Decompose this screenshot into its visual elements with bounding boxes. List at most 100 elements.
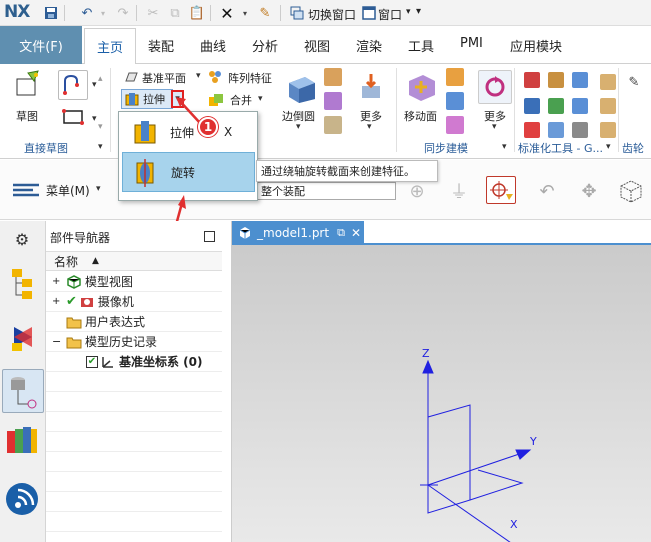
tab-curve[interactable]: 曲线 [200, 36, 226, 55]
std-tool-11-icon[interactable] [600, 98, 616, 114]
menu-item-revolve[interactable]: 旋转 [122, 152, 255, 192]
tree-item-model-views[interactable]: + 模型视图 [46, 272, 222, 292]
std-tool-12-icon[interactable] [600, 122, 616, 138]
delete-icon[interactable]: ✕ [218, 4, 236, 23]
tab-view[interactable]: 视图 [304, 36, 330, 55]
delete-face-icon[interactable] [446, 116, 464, 134]
unite-dropdown-icon[interactable]: ▾ [258, 94, 263, 104]
tab-tools[interactable]: 工具 [408, 36, 434, 55]
more-sync-dropdown-icon[interactable]: ▾ [492, 122, 497, 132]
sketch-icon[interactable] [12, 68, 46, 100]
paste-icon[interactable]: 📋 [188, 4, 206, 22]
document-tab[interactable]: _model1.prt ⧉ ✕ [232, 221, 364, 245]
pattern-feature-label[interactable]: 阵列特征 [228, 70, 272, 86]
redo-icon[interactable]: ↷ [114, 4, 132, 22]
tab-pmi[interactable]: PMI [460, 36, 483, 51]
std-tool-3-icon[interactable] [572, 72, 588, 88]
visibility-checkbox[interactable]: ✔ [86, 355, 98, 368]
more-features-dropdown-icon[interactable]: ▾ [367, 122, 372, 132]
rectangle-dropdown-icon[interactable]: ▾ [92, 114, 97, 124]
profile-dropdown-icon[interactable]: ▾ [92, 80, 97, 90]
tree-item-camera[interactable]: + ✔ 摄像机 [46, 292, 222, 312]
tab-analysis[interactable]: 分析 [252, 36, 278, 55]
move-face-label[interactable]: 移动面 [404, 108, 437, 124]
switch-window-label[interactable]: 切换窗口 [308, 6, 356, 23]
rectangle-icon[interactable] [58, 104, 88, 130]
group-sync-dropdown-icon[interactable]: ▾ [502, 142, 507, 152]
tab-detach-icon[interactable]: ⧉ [337, 226, 345, 240]
more-sync-icon[interactable] [478, 70, 512, 104]
filter-icon[interactable]: ⏚ [446, 178, 472, 204]
tab-assembly[interactable]: 装配 [148, 36, 174, 55]
rotate-icon[interactable]: ↶ [534, 178, 560, 204]
cut-icon[interactable]: ✂ [144, 4, 162, 22]
select-point-icon[interactable] [486, 176, 516, 204]
tab-applications[interactable]: 应用模块 [510, 36, 562, 55]
collapse-icon[interactable]: − [52, 335, 66, 348]
tab-home[interactable]: 主页 [84, 28, 137, 64]
sketch-label[interactable]: 草图 [16, 108, 38, 124]
menu-button-label[interactable]: 菜单(M) [46, 182, 90, 199]
assembly-navigator-icon[interactable] [6, 261, 40, 305]
reuse-library-icon[interactable] [4, 423, 40, 457]
std-tool-4-icon[interactable] [524, 98, 540, 114]
menu-dropdown-icon[interactable]: ▾ [96, 184, 101, 194]
group-direct-sketch-dropdown-icon[interactable]: ▾ [98, 142, 103, 152]
expand-icon[interactable]: + [52, 296, 66, 307]
tree-item-datum-csys[interactable]: ✔ 基准坐标系 (0) [46, 352, 222, 372]
more-features-icon[interactable] [354, 70, 388, 104]
edge-blend-dropdown-icon[interactable]: ▾ [296, 122, 301, 132]
std-tool-5-icon[interactable] [548, 98, 564, 114]
window-dropdown-icon[interactable]: ▾ [406, 7, 411, 17]
scroll-up-icon[interactable]: ▴ [98, 74, 103, 84]
copy-icon[interactable]: ⧉ [166, 4, 184, 22]
window-menu-label[interactable]: 窗口 [378, 6, 402, 23]
switch-window-icon[interactable] [288, 4, 306, 22]
gear-tool-icon[interactable]: ✎ [626, 74, 642, 90]
column-header-name[interactable]: 名称 ▲ [46, 251, 222, 271]
std-tool-2-icon[interactable] [548, 72, 564, 88]
std-tool-8-icon[interactable] [548, 122, 564, 138]
move-face-icon[interactable] [404, 70, 438, 104]
datum-plane-label[interactable]: 基准平面 [142, 70, 186, 86]
tab-render[interactable]: 渲染 [356, 36, 382, 55]
tab-close-icon[interactable]: ✕ [351, 226, 361, 240]
file-menu-tab[interactable]: 文件(F) [0, 26, 82, 64]
tree-item-user-expressions[interactable]: 用户表达式 [46, 312, 222, 332]
save-icon[interactable] [42, 4, 60, 22]
profile-icon[interactable] [58, 70, 88, 100]
extrude-button[interactable]: 拉伸 [121, 89, 173, 109]
delete-dropdown-icon[interactable]: ▾ [236, 4, 254, 22]
extrude-dropdown-icon[interactable]: ▾ [171, 90, 184, 108]
tree-item-model-history[interactable]: − 模型历史记录 [46, 332, 222, 352]
std-tool-6-icon[interactable] [572, 98, 588, 114]
chamfer-icon[interactable] [324, 68, 342, 86]
menu-item-extrude[interactable]: 拉伸 X [122, 115, 255, 149]
view-cube-icon[interactable] [616, 176, 646, 206]
unite-label[interactable]: 合并 [230, 92, 252, 108]
std-tool-1-icon[interactable] [524, 72, 540, 88]
unite-icon[interactable] [208, 92, 224, 108]
graphics-window[interactable]: _model1.prt ⧉ ✕ Z Y X [232, 221, 651, 542]
pan-icon[interactable]: ✥ [576, 178, 602, 204]
maximize-panel-icon[interactable] [204, 231, 215, 242]
group-std-tools-dropdown-icon[interactable]: ▾ [606, 142, 611, 152]
datum-plane-icon[interactable] [124, 70, 138, 84]
menu-icon[interactable] [10, 178, 44, 200]
customize-quick-access-icon[interactable]: ▾ [416, 6, 421, 17]
datum-plane-dropdown-icon[interactable]: ▾ [196, 71, 201, 81]
pattern-feature-icon[interactable] [208, 70, 222, 84]
settings-gear-icon[interactable]: ⚙ [10, 227, 34, 251]
edge-blend-icon[interactable] [284, 72, 318, 106]
constraint-navigator-icon[interactable] [6, 321, 40, 355]
web-browser-icon[interactable] [6, 483, 38, 515]
repeat-command-icon[interactable]: ✎ [256, 4, 274, 22]
shell-icon[interactable] [324, 92, 342, 110]
scroll-down-icon[interactable]: ▾ [98, 122, 103, 132]
std-tool-7-icon[interactable] [524, 122, 540, 138]
draft-icon[interactable] [324, 116, 342, 134]
std-tool-9-icon[interactable] [572, 122, 588, 138]
part-navigator-icon[interactable] [2, 369, 44, 413]
assembly-scope-select[interactable]: 整个装配 [256, 182, 396, 200]
expand-icon[interactable]: + [52, 276, 66, 287]
